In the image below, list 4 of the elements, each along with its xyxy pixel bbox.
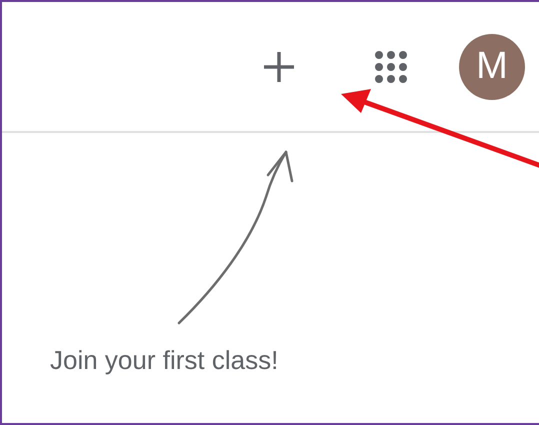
account-avatar[interactable]: M — [459, 34, 525, 100]
empty-state-message: Join your first class! — [50, 345, 278, 376]
grid-icon — [374, 50, 408, 84]
plus-icon — [262, 50, 296, 84]
